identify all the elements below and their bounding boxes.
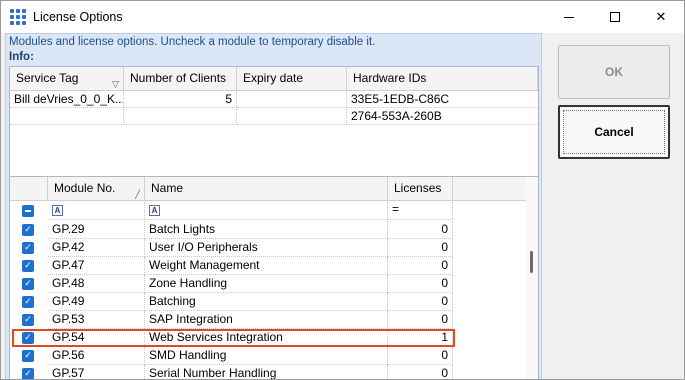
licenses-filter[interactable]: = [388, 202, 453, 220]
ok-button[interactable]: OK [558, 45, 670, 99]
module-enabled-checkbox[interactable]: ✓ [22, 314, 34, 326]
clients-cell [124, 109, 237, 125]
module-enabled-checkbox[interactable]: ✓ [22, 368, 34, 379]
module-row[interactable]: ✓ GP.48 Zone Handling 0 [10, 275, 526, 293]
license-options-window: License Options ✕ Modules and license op… [0, 0, 685, 380]
title-bar: License Options ✕ [1, 1, 684, 33]
minimize-icon [564, 16, 574, 18]
module-name-cell: Serial Number Handling [145, 365, 388, 379]
name-filter[interactable]: A [145, 202, 388, 220]
service-tag-cell [10, 109, 124, 125]
licenses-cell: 0 [388, 239, 453, 257]
module-no-cell: GP.57 [48, 365, 145, 379]
description-text: Modules and license options. Uncheck a m… [9, 36, 376, 48]
text-filter-icon: A [149, 205, 160, 216]
expiry-cell [237, 92, 347, 108]
module-no-cell: GP.48 [48, 275, 145, 293]
vertical-scrollbar[interactable] [526, 177, 538, 379]
module-name-cell: Batching [145, 293, 388, 311]
maximize-icon [610, 12, 620, 22]
module-name-cell: Batch Lights [145, 221, 388, 239]
licenses-cell: 0 [388, 365, 453, 379]
column-header-hardware-ids[interactable]: Hardware IDs [347, 67, 538, 91]
column-label: Module No. [54, 181, 116, 195]
equals-filter-icon: = [392, 202, 400, 216]
column-header-expiry-date[interactable]: Expiry date [237, 67, 347, 91]
licenses-cell: 0 [388, 293, 453, 311]
column-header-check [10, 177, 48, 201]
options-panel: Modules and license options. Uncheck a m… [5, 33, 542, 379]
clients-cell: 5 [124, 92, 237, 108]
hardware-id-cell: 33E5-1EDB-C86C [347, 92, 538, 108]
column-header-module-no[interactable]: Module No. ╱ [48, 177, 145, 201]
column-header-licenses[interactable]: Licenses [388, 177, 453, 201]
sort-ascending-icon: ╱ [135, 190, 140, 199]
licenses-cell: 0 [388, 221, 453, 239]
module-no-cell: GP.49 [48, 293, 145, 311]
module-no-cell: GP.42 [48, 239, 145, 257]
filter-row: A A = [10, 202, 526, 220]
module-enabled-checkbox[interactable]: ✓ [22, 242, 34, 254]
module-no-cell: GP.29 [48, 221, 145, 239]
module-enabled-checkbox[interactable]: ✓ [22, 350, 34, 362]
module-name-cell: Zone Handling [145, 275, 388, 293]
info-label: Info: [9, 51, 34, 63]
column-header-name[interactable]: Name [145, 177, 388, 201]
select-all-checkbox[interactable] [22, 205, 34, 217]
licenses-cell: 0 [388, 257, 453, 275]
close-button[interactable]: ✕ [638, 1, 684, 33]
info-row[interactable]: 2764-553A-260B [10, 109, 538, 125]
module-name-cell: Weight Management [145, 257, 388, 275]
module-enabled-checkbox[interactable]: ✓ [22, 296, 34, 308]
window-title: License Options [33, 10, 123, 24]
maximize-button[interactable] [592, 1, 638, 33]
module-row[interactable]: ✓ GP.57 Serial Number Handling 0 [10, 365, 526, 379]
module-row[interactable]: ✓ GP.49 Batching 0 [10, 293, 526, 311]
app-grid-icon [10, 9, 26, 25]
column-header-number-of-clients[interactable]: Number of Clients [124, 67, 237, 91]
expiry-cell [237, 109, 347, 125]
module-row[interactable]: ✓ GP.47 Weight Management 0 [10, 257, 526, 275]
cancel-button[interactable]: Cancel [558, 105, 670, 159]
minimize-button[interactable] [546, 1, 592, 33]
module-row[interactable]: ✓ GP.56 SMD Handling 0 [10, 347, 526, 365]
column-label: Number of Clients [130, 71, 227, 85]
module-row[interactable]: ✓ GP.42 User I/O Peripherals 0 [10, 239, 526, 257]
module-name-cell: User I/O Peripherals [145, 239, 388, 257]
text-filter-icon: A [52, 205, 63, 216]
info-row[interactable]: Bill deVries_0_0_K... 5 33E5-1EDB-C86C [10, 92, 538, 108]
module-row[interactable]: ✓ GP.29 Batch Lights 0 [10, 221, 526, 239]
licenses-cell: 0 [388, 311, 453, 329]
module-enabled-checkbox[interactable]: ✓ [22, 278, 34, 290]
module-name-cell: SMD Handling [145, 347, 388, 365]
module-enabled-checkbox[interactable]: ✓ [22, 260, 34, 272]
scrollbar-thumb[interactable] [530, 251, 533, 273]
licenses-cell: 0 [388, 347, 453, 365]
column-label: Name [151, 181, 184, 195]
modules-grid: Module No. ╱ Name Licenses A A = ✓ GP.29 B… [9, 176, 539, 379]
column-label: Service Tag [16, 71, 79, 85]
filter-icon[interactable]: ▽ [112, 73, 119, 91]
module-no-cell: GP.56 [48, 347, 145, 365]
column-header-service-tag[interactable]: Service Tag ▽ [10, 67, 124, 91]
close-icon: ✕ [655, 9, 667, 25]
selected-row-highlight [12, 329, 455, 347]
column-label: Licenses [394, 181, 442, 195]
licenses-cell: 0 [388, 275, 453, 293]
hardware-id-cell: 2764-553A-260B [347, 109, 538, 125]
module-row[interactable]: ✓ GP.53 SAP Integration 0 [10, 311, 526, 329]
column-label: Hardware IDs [353, 71, 427, 85]
info-grid-header: Service Tag ▽ Number of Clients Expiry d… [10, 67, 538, 91]
column-label: Expiry date [243, 71, 304, 85]
service-tag-cell: Bill deVries_0_0_K... [10, 92, 124, 108]
module-no-filter[interactable]: A [48, 202, 145, 220]
module-enabled-checkbox[interactable]: ✓ [22, 224, 34, 236]
module-no-cell: GP.47 [48, 257, 145, 275]
modules-grid-header: Module No. ╱ Name Licenses [10, 177, 526, 201]
module-name-cell: SAP Integration [145, 311, 388, 329]
module-no-cell: GP.53 [48, 311, 145, 329]
